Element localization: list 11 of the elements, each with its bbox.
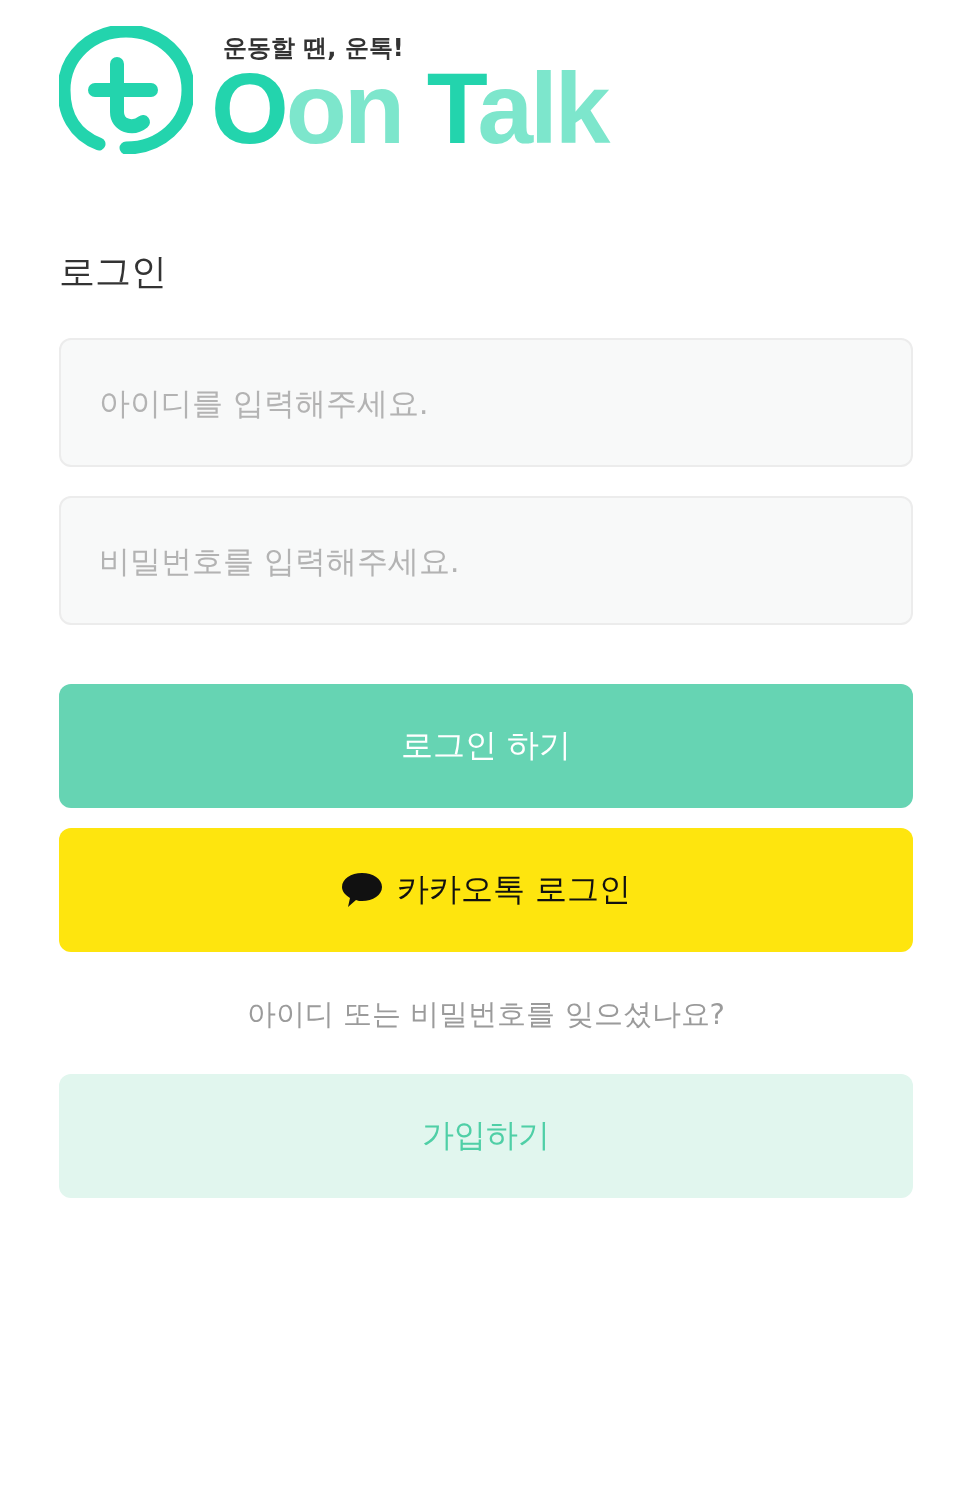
login-button[interactable]: 로그인 하기: [59, 684, 913, 808]
signup-button[interactable]: 가입하기: [59, 1074, 913, 1198]
speech-bubble-icon: [340, 871, 383, 909]
input-field[interactable]: 아이디를 입력해주세요.: [59, 338, 913, 467]
forgot-link[interactable]: 아이디 또는 비밀번호를 잊으셨나요?: [246, 994, 725, 1034]
kakao-login-button[interactable]: 카카오톡 로그인: [59, 828, 913, 952]
logo-tagline: 운동할 땐, 운톡!: [223, 33, 405, 64]
page-title: 로그인: [59, 250, 168, 294]
input-field[interactable]: 비밀번호를 입력해주세요.: [59, 496, 913, 625]
logo-wordmark: Oon Talk: [211, 64, 608, 152]
logo-icon: [59, 26, 193, 154]
